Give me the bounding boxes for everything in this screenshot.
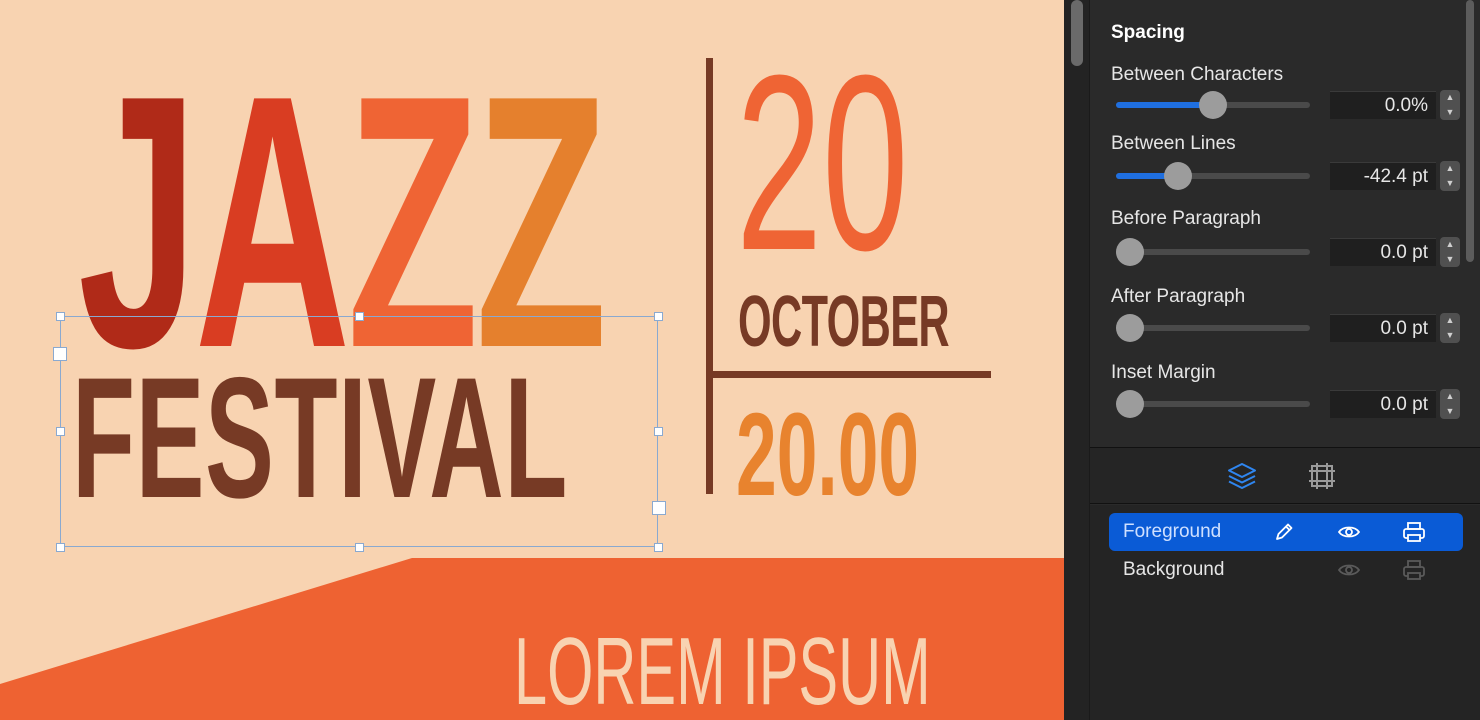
date-day[interactable]: 20 [736,38,908,288]
canvas-scrollbar-thumb[interactable] [1071,0,1083,66]
chevron-up-icon[interactable]: ▲ [1440,389,1460,404]
pencil-icon[interactable] [1271,519,1297,545]
slider-knob[interactable] [1164,162,1192,190]
after-paragraph-label: After Paragraph [1111,286,1246,307]
slider-knob[interactable] [1116,238,1144,266]
between-characters-slider[interactable] [1116,91,1310,119]
date-month[interactable]: OCTOBER [738,286,950,358]
after-paragraph-slider[interactable] [1116,314,1310,342]
inset-margin-field[interactable]: 0.0 pt [1330,390,1436,418]
layers-list: Foreground Background [1090,505,1480,720]
slider-knob[interactable] [1116,314,1144,342]
handle-top-right[interactable] [654,312,663,321]
before-paragraph-stepper[interactable]: ▲ ▼ [1440,237,1460,267]
after-paragraph-stepper[interactable]: ▲ ▼ [1440,313,1460,343]
chevron-down-icon[interactable]: ▼ [1440,404,1460,419]
inset-margin-stepper[interactable]: ▲ ▼ [1440,389,1460,419]
chevron-down-icon[interactable]: ▼ [1440,252,1460,267]
printer-icon[interactable] [1401,519,1427,545]
inset-margin-label: Inset Margin [1111,362,1216,383]
text-frame-port-bottom[interactable] [652,501,666,515]
chevron-up-icon[interactable]: ▲ [1440,90,1460,105]
poster-canvas[interactable]: JAZZ FESTIVAL 20 OCTOBER 20.00 LOREM IPS… [0,0,1064,720]
chevron-up-icon[interactable]: ▲ [1440,313,1460,328]
eye-icon[interactable] [1336,519,1362,545]
horizontal-divider [713,371,991,378]
layer-name: Foreground [1123,521,1222,542]
handle-bottom-left[interactable] [56,543,65,552]
inspector-tabbar [1090,448,1480,504]
vertical-divider [706,58,713,494]
handle-top-left[interactable] [56,312,65,321]
handle-middle-right[interactable] [654,427,663,436]
chevron-down-icon[interactable]: ▼ [1440,105,1460,120]
between-characters-field[interactable]: 0.0% [1330,91,1436,119]
selection-box[interactable] [53,312,666,552]
handle-top-center[interactable] [355,312,364,321]
event-time[interactable]: 20.00 [736,396,919,514]
between-characters-label: Between Characters [1111,64,1284,85]
between-lines-stepper[interactable]: ▲ ▼ [1440,161,1460,191]
chevron-down-icon[interactable]: ▼ [1440,176,1460,191]
slider-knob[interactable] [1116,390,1144,418]
between-lines-field[interactable]: -42.4 pt [1330,162,1436,190]
layer-row-background[interactable]: Background [1109,551,1463,589]
layers-icon[interactable] [1224,458,1260,494]
text-frame-port-top[interactable] [53,347,67,361]
between-lines-slider[interactable] [1116,162,1310,190]
layer-row-foreground[interactable]: Foreground [1109,513,1463,551]
chevron-down-icon[interactable]: ▼ [1440,328,1460,343]
slider-knob[interactable] [1199,91,1227,119]
before-paragraph-label: Before Paragraph [1111,208,1261,229]
handle-middle-left[interactable] [56,427,65,436]
before-paragraph-field[interactable]: 0.0 pt [1330,238,1436,266]
layer-name: Background [1123,559,1225,580]
tagline[interactable]: LOREM IPSUM [514,624,931,720]
handle-bottom-right[interactable] [654,543,663,552]
chevron-up-icon[interactable]: ▲ [1440,237,1460,252]
eye-icon[interactable] [1336,557,1362,583]
inspector-scrollbar-thumb[interactable] [1466,0,1474,262]
inspector-panel: Spacing Between Characters 0.0% ▲ ▼ Betw… [1064,0,1480,720]
printer-icon[interactable] [1401,557,1427,583]
before-paragraph-slider[interactable] [1116,238,1310,266]
after-paragraph-field[interactable]: 0.0 pt [1330,314,1436,342]
handle-bottom-center[interactable] [355,543,364,552]
between-lines-label: Between Lines [1111,133,1236,154]
grid-icon[interactable] [1304,458,1340,494]
spacing-section-title: Spacing [1111,22,1185,43]
panel-gutter [1064,0,1090,720]
inset-margin-slider[interactable] [1116,390,1310,418]
chevron-up-icon[interactable]: ▲ [1440,161,1460,176]
between-characters-stepper[interactable]: ▲ ▼ [1440,90,1460,120]
